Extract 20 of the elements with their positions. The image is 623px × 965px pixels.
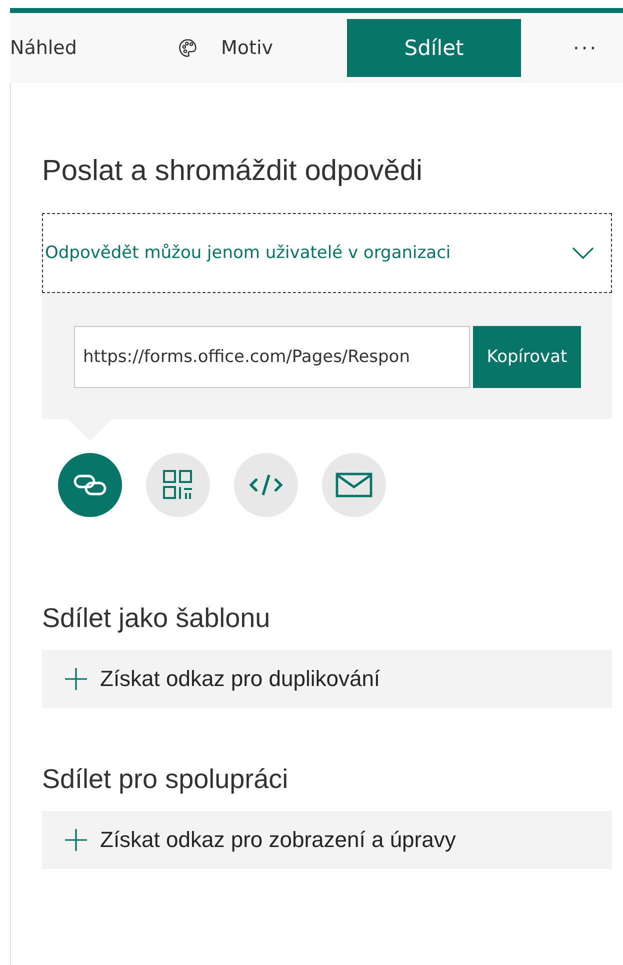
section-heading: Sdílet jako šablonu: [42, 603, 272, 634]
get-link-button[interactable]: Získat odkaz pro duplikování: [42, 650, 612, 708]
copy-button[interactable]: Kopírovat: [473, 326, 581, 388]
toolbar-tab[interactable]: Náhled: [10, 19, 175, 77]
chevron-down-icon: [571, 246, 595, 260]
palette-icon: [177, 37, 199, 59]
plus-icon: [64, 667, 88, 691]
more-button[interactable]: ···: [567, 35, 604, 61]
link-field[interactable]: https://forms.office.com/Pages/Respon: [74, 326, 470, 388]
toolbar-tab[interactable]: Sdílet: [347, 19, 521, 77]
plus-icon: [64, 828, 88, 852]
section-heading: Sdílet pro spolupráci: [42, 764, 290, 795]
qr-code-icon: [162, 469, 194, 501]
code-icon: [248, 472, 284, 498]
get-link-button[interactable]: Získat odkaz pro zobrazení a úpravy: [42, 811, 612, 869]
envelope-icon: [335, 472, 373, 498]
audience-dropdown[interactable]: Odpovědět můžou jenom uživatelé v organizaci: [42, 213, 612, 293]
toolbar-tab[interactable]: Motiv: [175, 19, 347, 77]
link-icon: [73, 473, 107, 497]
section-heading: Poslat a shromáždit odpovědi: [42, 154, 424, 189]
